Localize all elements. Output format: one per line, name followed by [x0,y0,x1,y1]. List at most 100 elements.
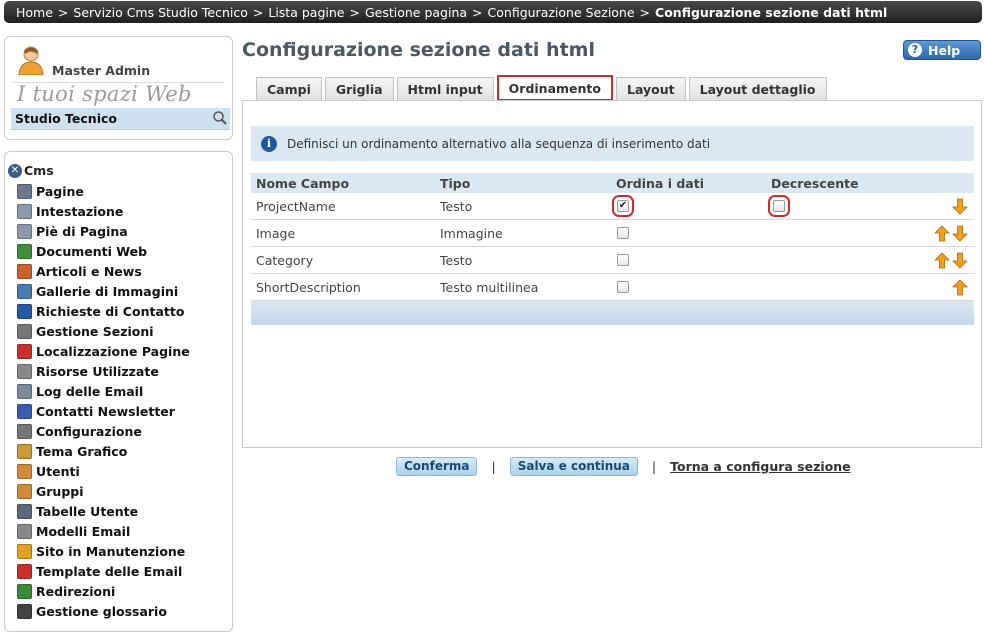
sidebar-item-label: Tema Grafico [36,443,128,459]
descending-checkbox[interactable] [768,195,790,217]
sidebar-item-label: Articoli e News [36,263,142,279]
sidebar-item-richieste-di-contatto[interactable]: Richieste di Contatto [17,301,190,321]
sidebar-item-risorse-utilizzate[interactable]: Risorse Utilizzate [17,361,190,381]
move-up-arrow-icon[interactable] [952,278,968,296]
sidebar-item-localizzazione-pagine[interactable]: Localizzazione Pagine [17,341,190,361]
contact-requests-icon [17,303,32,319]
tab-layout[interactable]: Layout [615,77,686,100]
sidebar-item-documenti-web[interactable]: Documenti Web [17,241,190,261]
sidebar-item-gestione-sezioni[interactable]: Gestione Sezioni [17,321,190,341]
breadcrumb-gestione-pagina[interactable]: Gestione pagina [365,5,467,20]
sort-checkbox[interactable]: ✔ [612,195,634,217]
grid-body: ProjectName Testo ✔ Image Immagine Category Te… [251,193,974,301]
reorder-arrows [952,274,968,300]
sidebar-menu: ✕ Cms Pagine Intestazione Piè di Pagina Doc… [4,151,233,632]
table-row: ShortDescription Testo multilinea [251,274,974,301]
move-up-arrow-icon[interactable] [934,224,950,242]
breadcrumb-home[interactable]: Home [16,5,53,20]
help-button[interactable]: ? Help [903,40,981,60]
sort-checkbox[interactable] [617,254,629,266]
spaces-title: I tuoi spazi Web [17,82,192,106]
breadcrumb-current: Configurazione sezione dati html [655,4,888,20]
user-panel: Master Admin I tuoi spazi Web Studio Tec… [4,36,233,140]
sidebar-item-contatti-newsletter[interactable]: Contatti Newsletter [17,401,190,421]
help-icon: ? [908,43,922,57]
form-actions: Conferma | Salva e continua | Torna a co… [396,456,851,476]
search-icon[interactable] [212,110,228,126]
header-nome-campo: Nome Campo [256,175,350,191]
tab-ordinamento[interactable]: Ordinamento [496,75,613,101]
breadcrumb-configurazione-sezione[interactable]: Configurazione Sezione [488,5,635,20]
sidebar-item-utenti[interactable]: Utenti [17,461,190,481]
move-down-arrow-icon[interactable] [952,252,968,269]
move-down-arrow-icon[interactable] [952,225,968,242]
sidebar-item-articoli-e-news[interactable]: Articoli e News [17,261,190,281]
breadcrumb-servizio-cms[interactable]: Servizio Cms Studio Tecnico [73,5,247,20]
sidebar-item-gallerie-di-immagini[interactable]: Gallerie di Immagini [17,281,190,301]
web-documents-icon [17,243,32,259]
sidebar-item-pi-di-pagina[interactable]: Piè di Pagina [17,221,190,241]
sort-checkbox[interactable] [617,281,629,293]
sidebar-item-label: Gestione Sezioni [36,323,154,339]
tab-griglia[interactable]: Griglia [324,77,394,100]
move-down-arrow-icon[interactable] [952,198,968,215]
header-ordina: Ordina i dati [616,175,704,191]
newsletter-contacts-icon [17,403,32,419]
sidebar-item-redirezioni[interactable]: Redirezioni [17,581,190,601]
sidebar-item-sito-in-manutenzione[interactable]: Sito in Manutenzione [17,541,190,561]
tab-campi[interactable]: Campi [256,77,322,100]
sidebar-item-intestazione[interactable]: Intestazione [17,201,190,221]
localization-icon [17,343,32,359]
sidebar-item-log-delle-email[interactable]: Log delle Email [17,381,190,401]
back-link[interactable]: Torna a configura sezione [670,459,851,474]
sidebar-item-label: Intestazione [36,203,124,219]
sidebar-item-label: Gestione glossario [36,603,167,619]
gear-icon [17,423,32,439]
field-type: Immagine [440,225,503,241]
sort-cell [617,274,629,300]
save-continue-button[interactable]: Salva e continua [509,456,638,476]
move-up-arrow-icon[interactable] [934,251,950,269]
redirect-icon [17,583,32,599]
tab-layout-dettaglio[interactable]: Layout dettaglio [688,77,827,100]
field-type: Testo [440,252,473,268]
confirm-button[interactable]: Conferma [396,456,478,476]
sidebar-item-configurazione[interactable]: Configurazione [17,421,190,441]
glossary-icon [17,603,32,619]
sidebar-item-tema-grafico[interactable]: Tema Grafico [17,441,190,461]
sidebar-item-label: Template delle Email [36,563,183,579]
sidebar-item-modelli-email[interactable]: Modelli Email [17,521,190,541]
sidebar-item-label: Piè di Pagina [36,223,128,239]
sidebar-item-gruppi[interactable]: Gruppi [17,481,190,501]
sidebar-item-label: Pagine [36,183,84,199]
table-row: Category Testo [251,247,974,274]
sidebar-item-tabelle-utente[interactable]: Tabelle Utente [17,501,190,521]
field-name: Image [256,225,296,241]
breadcrumb-lista-pagine[interactable]: Lista pagine [268,5,344,20]
tab-html-input[interactable]: Html input [396,77,494,100]
sort-checkbox[interactable] [617,227,629,239]
breadcrumb: Home > Servizio Cms Studio Tecnico > Lista… [4,1,982,23]
avatar-icon [18,46,44,75]
reorder-arrows [952,193,968,219]
table-icon [17,503,32,519]
group-icon [17,483,32,499]
email-log-icon [17,383,32,399]
reorder-arrows [934,247,968,273]
sidebar-item-pagine[interactable]: Pagine [17,181,190,201]
sidebar-item-gestione-glossario[interactable]: Gestione glossario [17,601,190,621]
news-icon [17,263,32,279]
sections-icon [17,323,32,339]
site-selector[interactable]: Studio Tecnico [11,108,230,130]
tab-bar: Campi Griglia Html input Ordinamento Layout L… [256,75,827,101]
separator: | [491,458,496,474]
sidebar-item-label: Richieste di Contatto [36,303,185,319]
sort-cell: ✔ [612,193,634,219]
sidebar-item-label: Localizzazione Pagine [36,343,190,359]
field-name: Category [256,252,314,268]
header-tipo: Tipo [440,175,471,191]
sidebar-item-label: Log delle Email [36,383,144,399]
sidebar-item-template-delle-email[interactable]: Template delle Email [17,561,190,581]
menu-root-cms[interactable]: ✕ Cms [8,163,54,178]
resources-icon [17,363,32,379]
